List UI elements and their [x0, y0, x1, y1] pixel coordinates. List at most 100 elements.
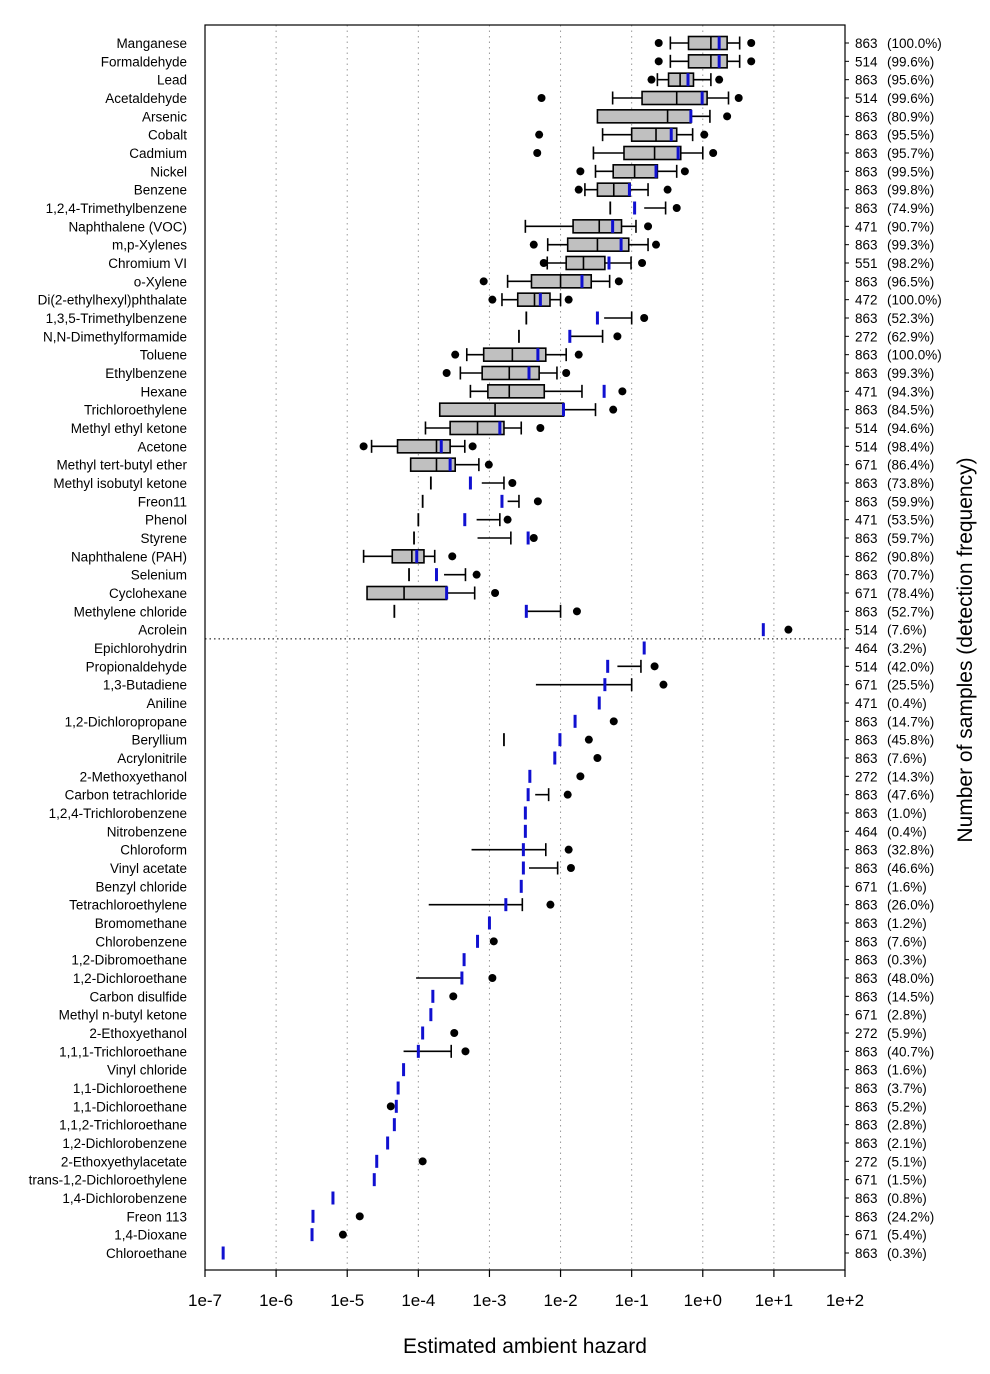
detection-frequency: (1.0%) [887, 806, 927, 821]
x-tick-label: 1e-7 [188, 1291, 222, 1310]
outlier-point [562, 369, 571, 377]
outlier-point [566, 864, 575, 872]
row-label: Nitrobenzene [107, 824, 187, 839]
row-label: Naphthalene (VOC) [68, 219, 187, 234]
row-label: Selenium [131, 568, 187, 583]
outlier-point [503, 515, 512, 524]
sample-count: 671 [855, 1173, 878, 1188]
outlier-point [609, 405, 618, 414]
sample-count: 863 [855, 1209, 878, 1224]
sample-count: 863 [855, 861, 878, 876]
sample-count: 863 [855, 1118, 878, 1133]
detection-frequency: (26.0%) [887, 898, 934, 913]
row-label: Epichlorohydrin [94, 641, 187, 656]
sample-count: 514 [855, 421, 878, 436]
sample-count: 863 [855, 109, 878, 124]
detection-frequency: (0.8%) [887, 1191, 927, 1206]
row-label: Acrolein [138, 623, 187, 638]
row-label: Methyl tert-butyl ether [56, 458, 187, 473]
sample-count: 863 [855, 73, 878, 88]
outlier-point [468, 442, 477, 451]
sample-count: 863 [855, 494, 878, 509]
detection-frequency: (95.6%) [887, 73, 934, 88]
detection-frequency: (95.7%) [887, 146, 934, 161]
detection-frequency: (99.6%) [887, 91, 934, 106]
sample-count: 863 [855, 1246, 878, 1261]
detection-frequency: (45.8%) [887, 733, 934, 748]
sample-count: 863 [855, 348, 878, 363]
outlier-point [489, 937, 498, 946]
detection-frequency: (7.6%) [887, 623, 927, 638]
row-label: Chloroethane [106, 1246, 187, 1261]
outlier-point [564, 295, 573, 304]
detection-frequency: (14.7%) [887, 714, 934, 729]
detection-frequency: (53.5%) [887, 513, 934, 528]
outlier-point [784, 625, 793, 634]
detection-frequency: (3.2%) [887, 641, 927, 656]
outlier-point [576, 772, 585, 781]
detection-frequency: (94.3%) [887, 384, 934, 399]
outlier-point [638, 259, 647, 267]
row-labels: Manganese 863 (100.0%) Formaldehyde 514 (99.6… [29, 36, 942, 1261]
x-axis: 1e-7 1e-6 1e-5 1e-4 1e-3 1e-2 1e-1 1e+0 1e+1 1e+2 [188, 42, 864, 1310]
row-label: Cobalt [148, 128, 187, 143]
box [391, 549, 425, 564]
sample-count: 863 [855, 1136, 878, 1151]
row-label: 2-Ethoxyethylacetate [61, 1154, 187, 1169]
row-label: Chloroform [120, 843, 187, 858]
detection-frequency: (42.0%) [887, 659, 934, 674]
detection-frequency: (0.3%) [887, 953, 927, 968]
box [487, 384, 546, 399]
detection-frequency: (99.6%) [887, 54, 934, 69]
x-tick-label: 1e+0 [684, 1291, 722, 1310]
row-label: 1,2-Dichlorobenzene [62, 1136, 187, 1151]
sample-count: 272 [855, 329, 878, 344]
detection-frequency: (73.8%) [887, 476, 934, 491]
row-label: Aniline [146, 696, 187, 711]
outlier-point [640, 314, 649, 322]
detection-frequency: (100.0%) [887, 348, 942, 363]
box-plot-chart: Manganese 863 (100.0%) Formaldehyde 514 (99.6… [29, 24, 977, 1358]
sample-count: 272 [855, 769, 878, 784]
detection-frequency: (86.4%) [887, 458, 934, 473]
sample-count: 863 [855, 843, 878, 858]
sample-count: 863 [855, 604, 878, 619]
detection-frequency: (48.0%) [887, 971, 934, 986]
row-label: Trichloroethylene [84, 403, 187, 418]
detection-frequency: (52.3%) [887, 311, 934, 326]
outlier-point [488, 974, 497, 982]
detection-frequency: (99.3%) [887, 238, 934, 253]
detection-frequency: (46.6%) [887, 861, 934, 876]
detection-frequency: (32.8%) [887, 843, 934, 858]
outlier-point [715, 75, 724, 84]
sample-count: 862 [855, 549, 878, 564]
outlier-point [593, 754, 602, 762]
sample-count: 272 [855, 1154, 878, 1169]
detection-frequency: (24.2%) [887, 1209, 934, 1224]
sample-count: 671 [855, 586, 878, 601]
row-label: Vinyl acetate [110, 861, 187, 876]
sample-count: 272 [855, 1026, 878, 1041]
row-label: Phenol [145, 513, 187, 528]
row-label: Styrene [140, 531, 187, 546]
outlier-point [734, 94, 743, 102]
detection-frequency: (1.6%) [887, 879, 927, 894]
sample-count: 863 [855, 751, 878, 766]
row-label: Ethylbenzene [105, 366, 187, 381]
row-label: Formaldehyde [101, 54, 187, 69]
outlier-point [652, 240, 661, 249]
row-label: N,N-Dimethylformamide [43, 329, 187, 344]
row-label: Beryllium [131, 733, 187, 748]
outlier-point [647, 75, 656, 84]
detection-frequency: (1.5%) [887, 1173, 927, 1188]
row-label: Acrylonitrile [117, 751, 187, 766]
outlier-point [680, 167, 689, 176]
outlier-point [659, 680, 668, 689]
outlier-point [491, 589, 500, 597]
row-label: Benzene [134, 183, 187, 198]
row-label: Cyclohexane [109, 586, 187, 601]
outlier-point [546, 900, 555, 909]
row-label: o-Xylene [134, 274, 187, 289]
row-label: 1,1-Dichloroethane [73, 1099, 187, 1114]
sample-count: 863 [855, 568, 878, 583]
